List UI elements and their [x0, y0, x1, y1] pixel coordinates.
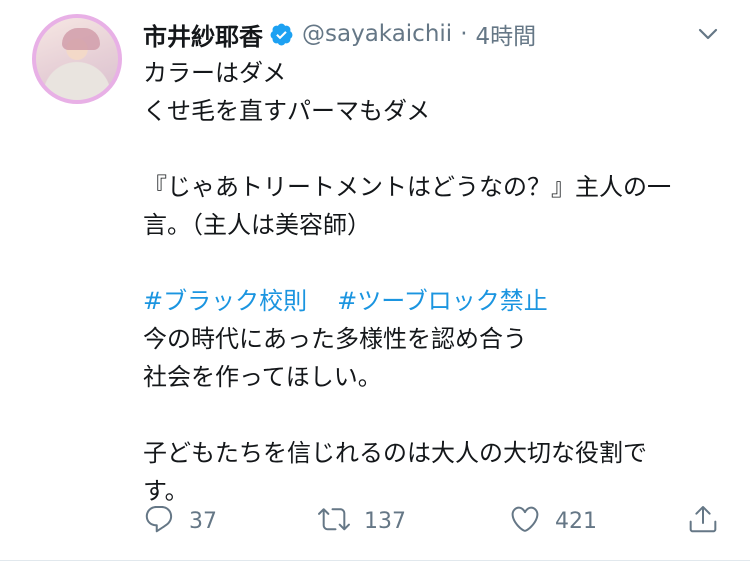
tweet-line: 言。（主人は美容師） — [143, 211, 371, 239]
like-icon — [509, 503, 541, 539]
tweet-line: 社会を作ってほしい。 — [143, 363, 382, 391]
reply-button[interactable]: 37 — [143, 503, 217, 539]
hashtag-row: #ブラック校則 #ツーブロック禁止 — [143, 282, 723, 320]
action-bar: 37 137 421 — [143, 501, 723, 541]
chevron-down-icon[interactable] — [696, 22, 720, 46]
reply-icon — [143, 503, 175, 539]
avatar[interactable] — [32, 14, 122, 104]
tweet-line: 『じゃあトリートメントはどうなの？』主人の一 — [143, 173, 671, 201]
like-button[interactable]: 421 — [509, 503, 597, 539]
hashtag-link[interactable]: #ツーブロック禁止 — [337, 287, 548, 315]
verified-badge-icon — [269, 22, 294, 47]
like-count: 421 — [555, 508, 597, 534]
display-name[interactable]: 市井紗耶香 — [143, 17, 263, 52]
divider — [0, 560, 750, 561]
tweet-line: くせ毛を直すパーマもダメ — [143, 97, 431, 125]
separator: · — [460, 21, 468, 47]
avatar-hair — [62, 28, 100, 50]
tweet-line: 今の時代にあった多様性を認め合う — [143, 325, 527, 353]
handle[interactable]: @sayakaichii — [302, 21, 452, 47]
share-icon — [687, 503, 719, 539]
retweet-count: 137 — [364, 508, 406, 534]
tweet-header: 市井紗耶香 @sayakaichii · 4時間 — [143, 16, 536, 52]
retweet-icon — [318, 503, 350, 539]
share-button[interactable] — [687, 503, 719, 539]
tweet-card: 市井紗耶香 @sayakaichii · 4時間 カラーはダメ くせ毛を直すパー… — [0, 0, 750, 574]
hashtag-link[interactable]: #ブラック校則 — [143, 287, 307, 315]
tweet-line: カラーはダメ — [143, 59, 287, 87]
timestamp[interactable]: 4時間 — [476, 17, 537, 51]
tweet-text: カラーはダメ くせ毛を直すパーマもダメ 『じゃあトリートメントはどうなの？』主人… — [143, 54, 723, 510]
retweet-button[interactable]: 137 — [318, 503, 406, 539]
reply-count: 37 — [189, 508, 217, 534]
tweet-line: 子どもたちを信じれるのは大人の大切な役割で — [143, 439, 647, 467]
